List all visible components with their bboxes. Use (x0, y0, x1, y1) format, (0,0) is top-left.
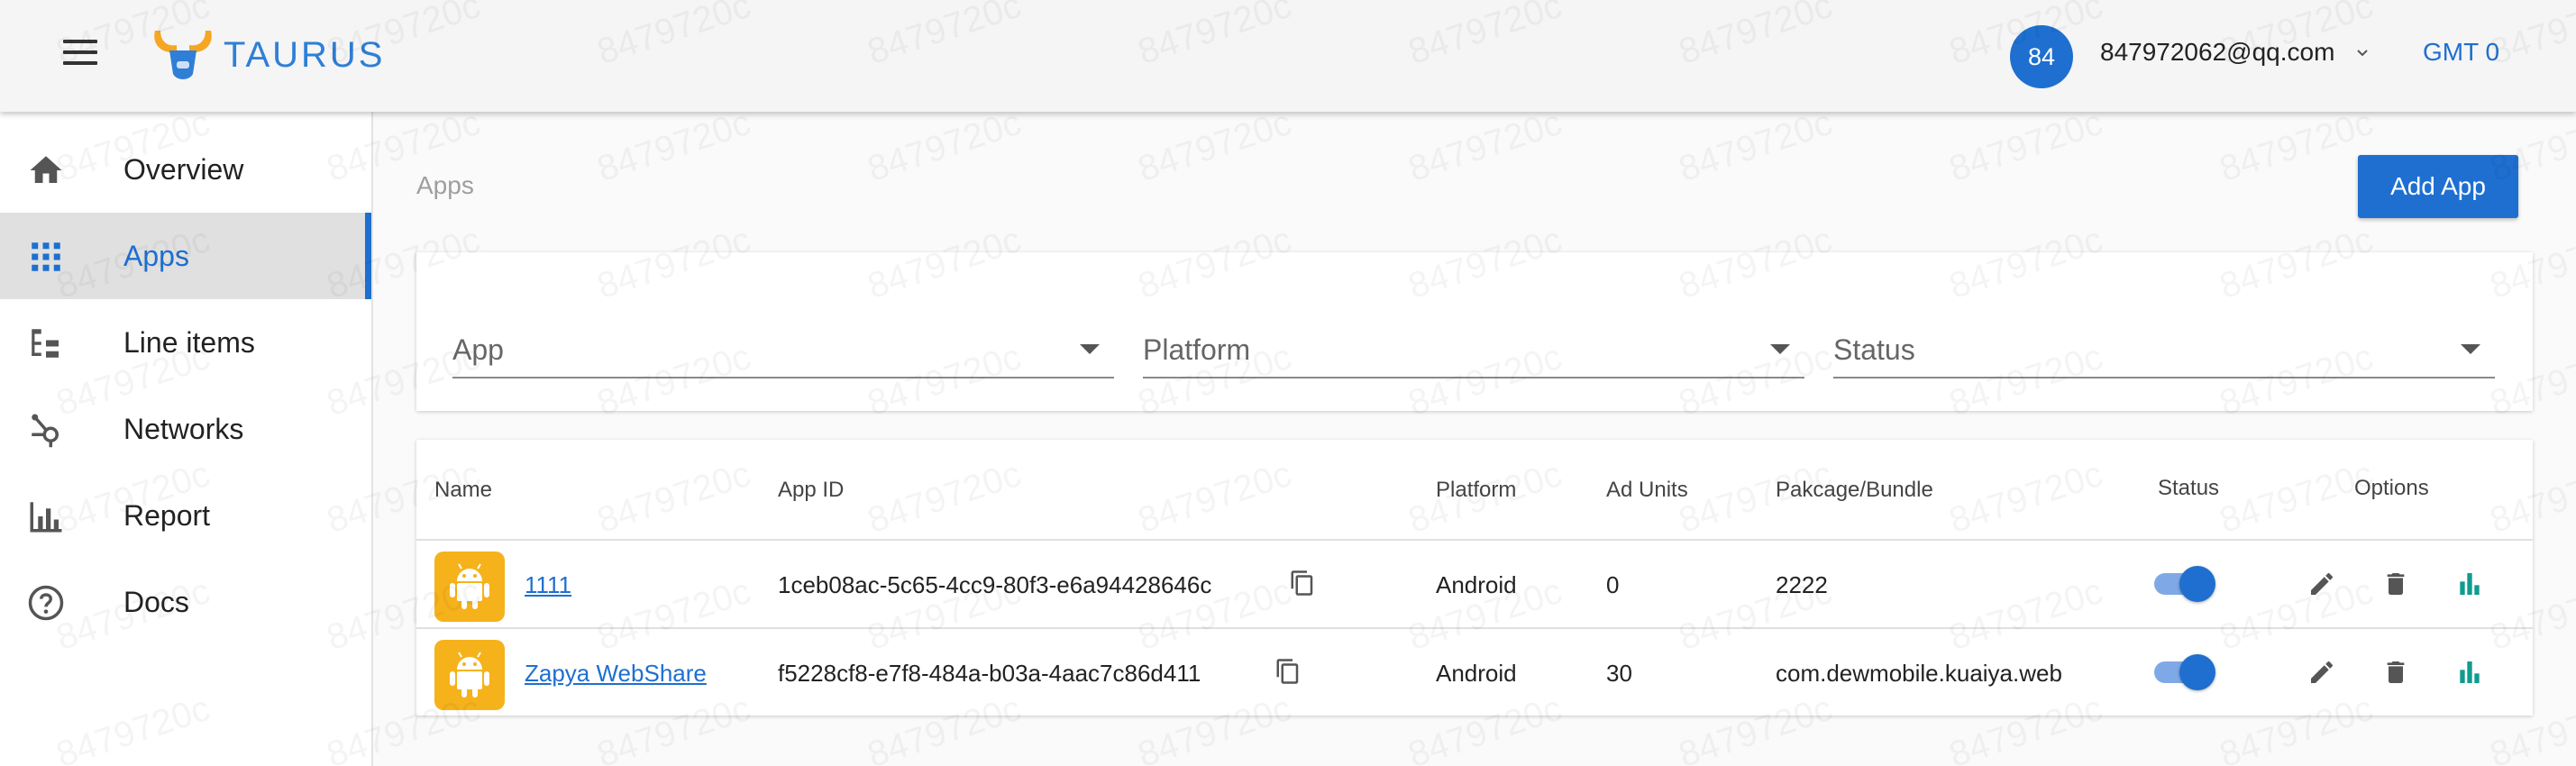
sidebar-item-label: Overview (123, 152, 244, 186)
copy-icon[interactable] (1274, 656, 1302, 687)
sidebar-item-label: Networks (123, 412, 244, 445)
android-icon (450, 652, 489, 698)
taurus-logo[interactable]: TAURUS (150, 23, 385, 87)
watermark-text: 8479720c (1674, 103, 1837, 190)
delete-trash-icon[interactable] (2381, 570, 2410, 598)
android-app-icon (434, 640, 505, 710)
ad-units-value: 30 (1606, 660, 1632, 687)
watermark-text: 8479720c (1133, 103, 1296, 190)
dropdown-arrow-icon (2461, 344, 2480, 354)
platform-filter-label: Platform (1143, 333, 1251, 366)
watermark-text: 8479720c (592, 103, 755, 190)
platform-value: Android (1436, 571, 1517, 598)
sidebar-item-report[interactable]: Report (0, 472, 371, 559)
table-row: 1111 1ceb08ac-5c65-4cc9-80f3-e6a94428646… (416, 541, 2533, 627)
delete-trash-icon[interactable] (2381, 658, 2410, 687)
android-app-icon (434, 552, 505, 622)
column-header-platform[interactable]: Platform (1436, 478, 1516, 503)
sidebar-item-label: Docs (123, 585, 189, 618)
top-app-bar: TAURUS 84 847972062@qq.com GMT 0 (0, 0, 2576, 112)
avatar[interactable]: 84 (2010, 25, 2073, 88)
help-circle-icon (28, 585, 64, 621)
timezone-selector[interactable]: GMT 0 (2423, 38, 2499, 67)
breadcrumb: Apps (416, 171, 474, 199)
package-value: 2222 (1776, 571, 1828, 598)
dropdown-arrow-icon (1770, 344, 1790, 354)
table-row: Zapya WebShare f5228cf8-e7f8-484a-b03a-4… (416, 629, 2533, 716)
sidebar-item-docs[interactable]: Docs (0, 559, 371, 645)
report-icon (30, 502, 62, 533)
networks-icon (32, 414, 59, 448)
sidebar-item-label: Line items (123, 325, 255, 359)
dropdown-arrow-icon (1080, 344, 1100, 354)
column-header-package[interactable]: Pakcage/Bundle (1776, 478, 1933, 503)
report-bar-chart-icon[interactable] (2455, 570, 2484, 598)
hamburger-menu-icon[interactable] (63, 40, 97, 68)
edit-pencil-icon[interactable] (2307, 570, 2336, 598)
android-icon (450, 563, 489, 609)
column-header-app-id[interactable]: App ID (778, 478, 844, 503)
app-filter-select[interactable]: App (452, 324, 1114, 378)
sidebar-item-networks[interactable]: Networks (0, 386, 371, 472)
home-icon (30, 156, 62, 183)
ad-units-value: 0 (1606, 571, 1620, 598)
sidebar: Overview Apps Line items Networks Report… (0, 112, 373, 766)
copy-icon[interactable] (1289, 568, 1316, 598)
sidebar-item-apps[interactable]: Apps (0, 213, 371, 299)
sidebar-item-label: Apps (123, 239, 189, 272)
column-header-name[interactable]: Name (434, 478, 492, 503)
apps-grid-icon (32, 242, 60, 271)
app-filter-label: App (452, 333, 504, 366)
watermark-text: 8479720c (1944, 103, 2107, 190)
column-header-status[interactable]: Status (2158, 476, 2219, 501)
watermark-text: 8479720c (2215, 103, 2378, 190)
logo-text: TAURUS (224, 34, 386, 75)
add-app-button[interactable]: Add App (2358, 155, 2518, 218)
line-items-icon (32, 329, 59, 358)
bull-logo-icon (154, 31, 212, 79)
app-id: f5228cf8-e7f8-484a-b03a-4aac7c86d411 (778, 660, 1201, 687)
package-value: com.dewmobile.kuaiya.web (1776, 660, 2062, 687)
user-email[interactable]: 847972062@qq.com (2100, 38, 2334, 67)
app-name-link[interactable]: 1111 (525, 571, 571, 599)
status-filter-select[interactable]: Status (1833, 324, 2495, 378)
watermark-text: 8479720c (863, 103, 1026, 190)
edit-pencil-icon[interactable] (2307, 658, 2336, 687)
apps-table: Name App ID Platform Ad Units Pakcage/Bu… (416, 440, 2533, 716)
platform-filter-select[interactable]: Platform (1143, 324, 1804, 378)
chevron-down-icon[interactable] (2356, 47, 2369, 59)
sidebar-item-label: Report (123, 498, 211, 532)
sidebar-item-line-items[interactable]: Line items (0, 299, 371, 386)
toggle-knob (2179, 654, 2215, 690)
column-header-ad-units[interactable]: Ad Units (1606, 478, 1688, 503)
sidebar-item-overview[interactable]: Overview (0, 126, 371, 213)
status-toggle[interactable] (2152, 562, 2215, 604)
status-filter-label: Status (1833, 333, 1915, 366)
report-bar-chart-icon[interactable] (2455, 658, 2484, 687)
status-toggle[interactable] (2152, 651, 2215, 692)
filter-card: App Platform Status (416, 252, 2533, 411)
app-name-link[interactable]: Zapya WebShare (525, 660, 707, 688)
column-header-options: Options (2354, 476, 2429, 500)
platform-value: Android (1436, 660, 1517, 687)
watermark-text: 8479720c (1403, 103, 1567, 190)
app-id: 1ceb08ac-5c65-4cc9-80f3-e6a94428646c (778, 571, 1212, 598)
toggle-knob (2179, 566, 2215, 602)
